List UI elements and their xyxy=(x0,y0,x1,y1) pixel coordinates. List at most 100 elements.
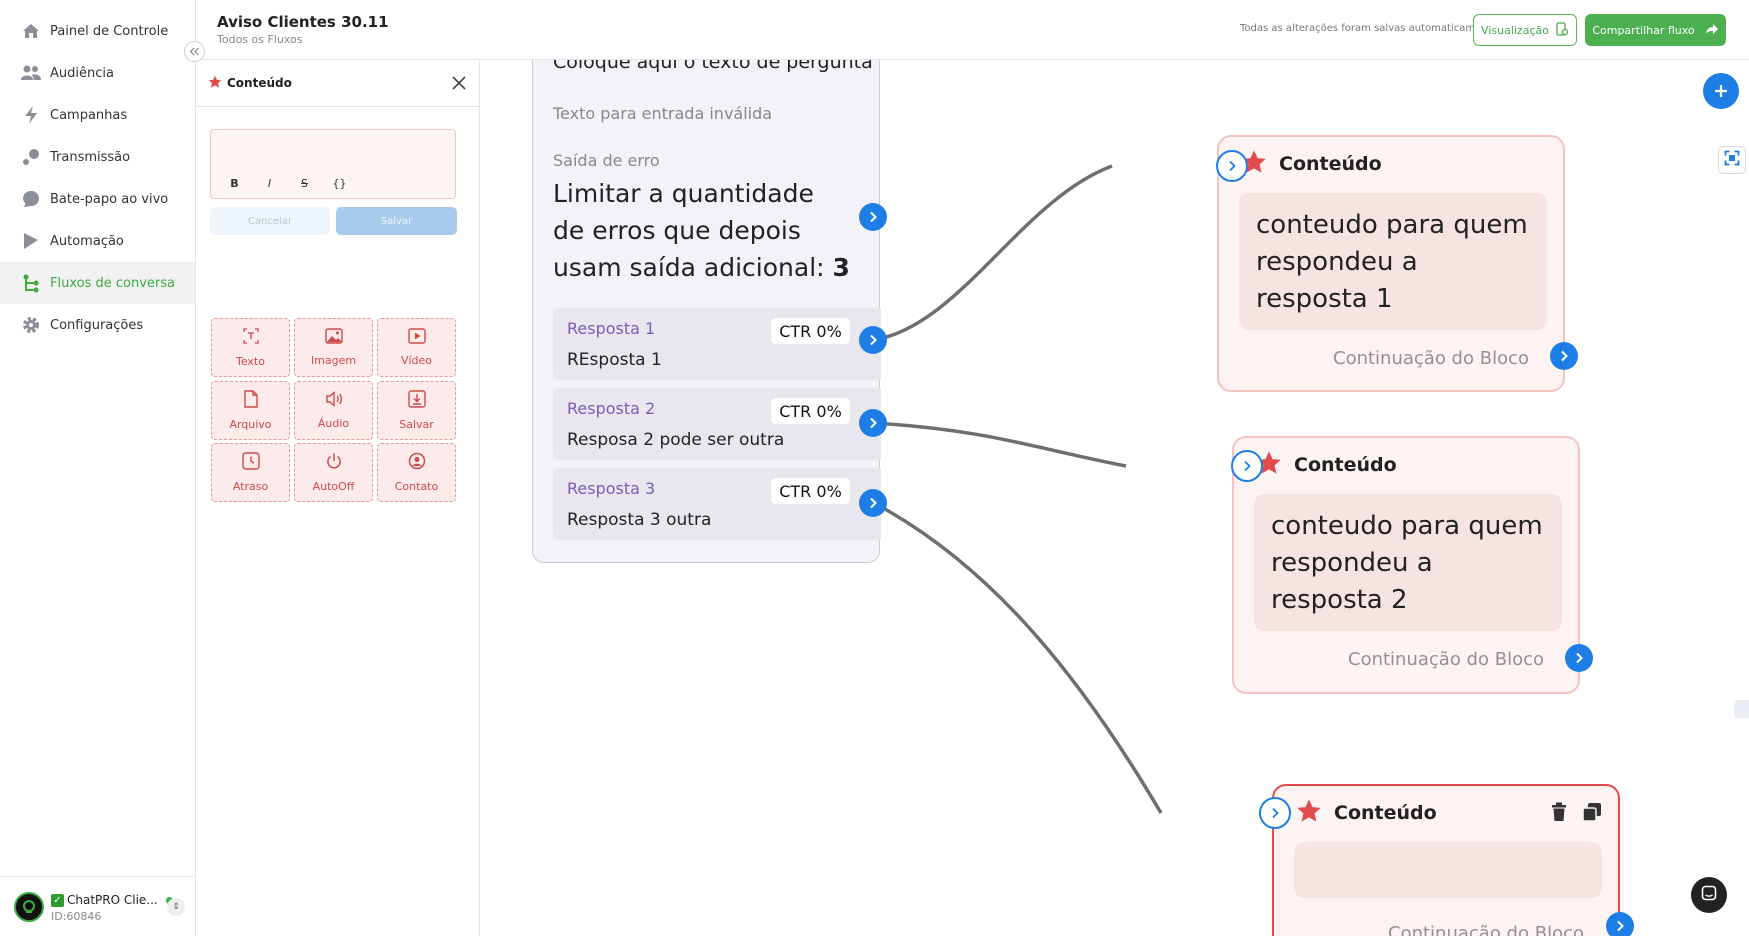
error-output-port[interactable] xyxy=(859,203,887,231)
content-card-title: Conteúdo xyxy=(1334,802,1437,824)
block-tile-label: Salvar xyxy=(399,418,434,431)
content-1-output-port[interactable] xyxy=(1550,342,1578,370)
minimap-toggle[interactable] xyxy=(1734,700,1749,718)
block-tile-label: Arquivo xyxy=(229,418,272,431)
answer-row[interactable]: Resposta 3 Resposta 3 outra CTR 0% xyxy=(553,468,881,540)
people-icon xyxy=(20,62,42,84)
content-card-body xyxy=(1294,842,1602,898)
sidebar-item-bate-papo[interactable]: Bate-papo ao vivo xyxy=(0,178,195,220)
answer-3-output-port[interactable] xyxy=(859,489,887,517)
account-switcher[interactable]: ✓ ChatPRO Clie... ID:60846 ⇕ xyxy=(0,876,195,936)
question-text: Coloque aqui o texto de pergunta xyxy=(553,60,873,73)
answer-1-output-port[interactable] xyxy=(859,326,887,354)
support-chat-button[interactable] xyxy=(1691,877,1727,913)
strikethrough-button[interactable]: S xyxy=(297,177,312,190)
contact-icon xyxy=(408,452,426,474)
content-card[interactable]: Conteúdo conteudo para quem respondeu a … xyxy=(1217,135,1565,392)
block-tile-autooff[interactable]: AutoOff xyxy=(294,443,373,502)
variable-button[interactable]: {} xyxy=(332,177,347,190)
bolt-icon xyxy=(20,104,42,126)
chat-icon xyxy=(1701,885,1717,905)
account-switch-icon[interactable]: ⇕ xyxy=(167,898,185,916)
sidebar-item-transmissao[interactable]: Transmissão xyxy=(0,136,195,178)
block-tile-imagem[interactable]: Imagem xyxy=(294,318,373,377)
block-tile-label: Contato xyxy=(394,480,439,493)
image-icon xyxy=(324,328,343,348)
preview-label: Visualização xyxy=(1481,23,1549,37)
answer-name: Resposta 2 xyxy=(567,399,656,418)
panel-title: Conteúdo xyxy=(227,76,292,90)
content-2-input-port[interactable] xyxy=(1231,450,1263,482)
share-label: Compartilhar fluxo xyxy=(1592,23,1695,37)
sidebar-item-fluxos-de-conversa[interactable]: Fluxos de conversa xyxy=(0,262,195,304)
block-tile-texto[interactable]: Texto xyxy=(211,318,290,377)
fullscreen-icon xyxy=(1724,150,1740,170)
add-block-button[interactable] xyxy=(1703,73,1739,109)
block-tile-atraso[interactable]: Atraso xyxy=(211,443,290,502)
save-button[interactable]: Salvar xyxy=(336,207,457,235)
content-1-input-port[interactable] xyxy=(1216,150,1248,182)
block-tile-label: AutoOff xyxy=(312,480,355,493)
answer-name: Resposta 3 xyxy=(567,479,656,498)
content-card-body: conteudo para quem respondeu a resposta … xyxy=(1239,193,1547,330)
sidebar-item-automacao[interactable]: Automação xyxy=(0,220,195,262)
editor-toolbar: B I S {} xyxy=(227,177,347,190)
preview-button[interactable]: Visualização xyxy=(1473,14,1577,46)
sidebar-item-label: Audiência xyxy=(50,65,114,81)
close-icon[interactable] xyxy=(450,74,468,92)
duplicate-icon[interactable] xyxy=(1582,802,1602,826)
content-3-output-port[interactable] xyxy=(1606,912,1634,936)
block-tile-arquivo[interactable]: Arquivo xyxy=(211,381,290,440)
verified-check-icon: ✓ xyxy=(51,893,64,907)
sidebar-item-painel-de-controle[interactable]: Painel de Controle xyxy=(0,10,195,52)
sidebar-item-label: Bate-papo ao vivo xyxy=(50,191,169,207)
ctr-badge: CTR 0% xyxy=(771,398,850,424)
sidebar-item-configuracoes[interactable]: Configurações xyxy=(0,304,195,346)
content-card[interactable]: Conteúdo conteudo para quem respondeu a … xyxy=(1232,436,1580,694)
error-limit-text: Limitar a quantidade de erros que depois… xyxy=(553,175,853,286)
play-flag-icon xyxy=(20,230,42,252)
italic-button[interactable]: I xyxy=(262,177,277,190)
connection-resposta-3 xyxy=(873,501,1163,814)
star-icon xyxy=(1296,798,1322,828)
error-limit-value: 3 xyxy=(832,253,850,282)
account-name-text: ChatPRO Clie... xyxy=(67,893,158,907)
content-3-input-port[interactable] xyxy=(1259,797,1291,829)
answer-name: Resposta 1 xyxy=(567,319,656,338)
fullscreen-button[interactable] xyxy=(1718,146,1746,174)
answer-2-output-port[interactable] xyxy=(859,409,887,437)
connection-resposta-1 xyxy=(873,164,1113,342)
block-tile-video[interactable]: Vídeo xyxy=(377,318,456,377)
continuation-label: Continuação do Bloco xyxy=(1348,649,1544,670)
chat-bubble-icon xyxy=(20,188,42,210)
ctr-badge: CTR 0% xyxy=(771,478,850,504)
breadcrumb[interactable]: Todos os Fluxos xyxy=(217,33,302,46)
error-exit-label: Saída de erro xyxy=(553,151,660,170)
share-flow-button[interactable]: Compartilhar fluxo xyxy=(1585,14,1726,46)
block-tile-audio[interactable]: Áudio xyxy=(294,381,373,440)
account-id: ID:60846 xyxy=(51,910,102,923)
cancel-button[interactable]: Cancelar xyxy=(210,207,330,235)
sidebar-item-audiencia[interactable]: Audiência xyxy=(0,52,195,94)
connection-resposta-2 xyxy=(873,421,1127,468)
sidebar-item-campanhas[interactable]: Campanhas xyxy=(0,94,195,136)
bold-button[interactable]: B xyxy=(227,177,242,190)
content-card-header: Conteúdo xyxy=(1256,450,1397,480)
block-tile-contato[interactable]: Contato xyxy=(377,443,456,502)
content-2-output-port[interactable] xyxy=(1565,644,1593,672)
broadcast-icon xyxy=(20,146,42,168)
content-card-title: Conteúdo xyxy=(1294,454,1397,476)
question-card[interactable]: Coloque aqui o texto de pergunta Texto p… xyxy=(532,60,881,563)
answer-row[interactable]: Resposta 1 REsposta 1 CTR 0% xyxy=(553,308,881,380)
preview-device-icon xyxy=(1555,21,1569,39)
trash-icon[interactable] xyxy=(1550,802,1568,826)
flow-canvas[interactable]: Coloque aqui o texto de pergunta Texto p… xyxy=(481,60,1749,936)
panel-header: Conteúdo xyxy=(196,60,480,107)
sidebar-item-label: Painel de Controle xyxy=(50,23,169,39)
content-card-selected[interactable]: Conteúdo Continuação do Bloco xyxy=(1272,784,1620,936)
collapse-sidebar-button[interactable] xyxy=(184,41,205,62)
block-tile-salvar[interactable]: Salvar xyxy=(377,381,456,440)
ctr-badge: CTR 0% xyxy=(771,318,850,344)
text-editor[interactable]: B I S {} xyxy=(210,129,456,199)
answer-row[interactable]: Resposta 2 Resposa 2 pode ser outra CTR … xyxy=(553,388,881,460)
